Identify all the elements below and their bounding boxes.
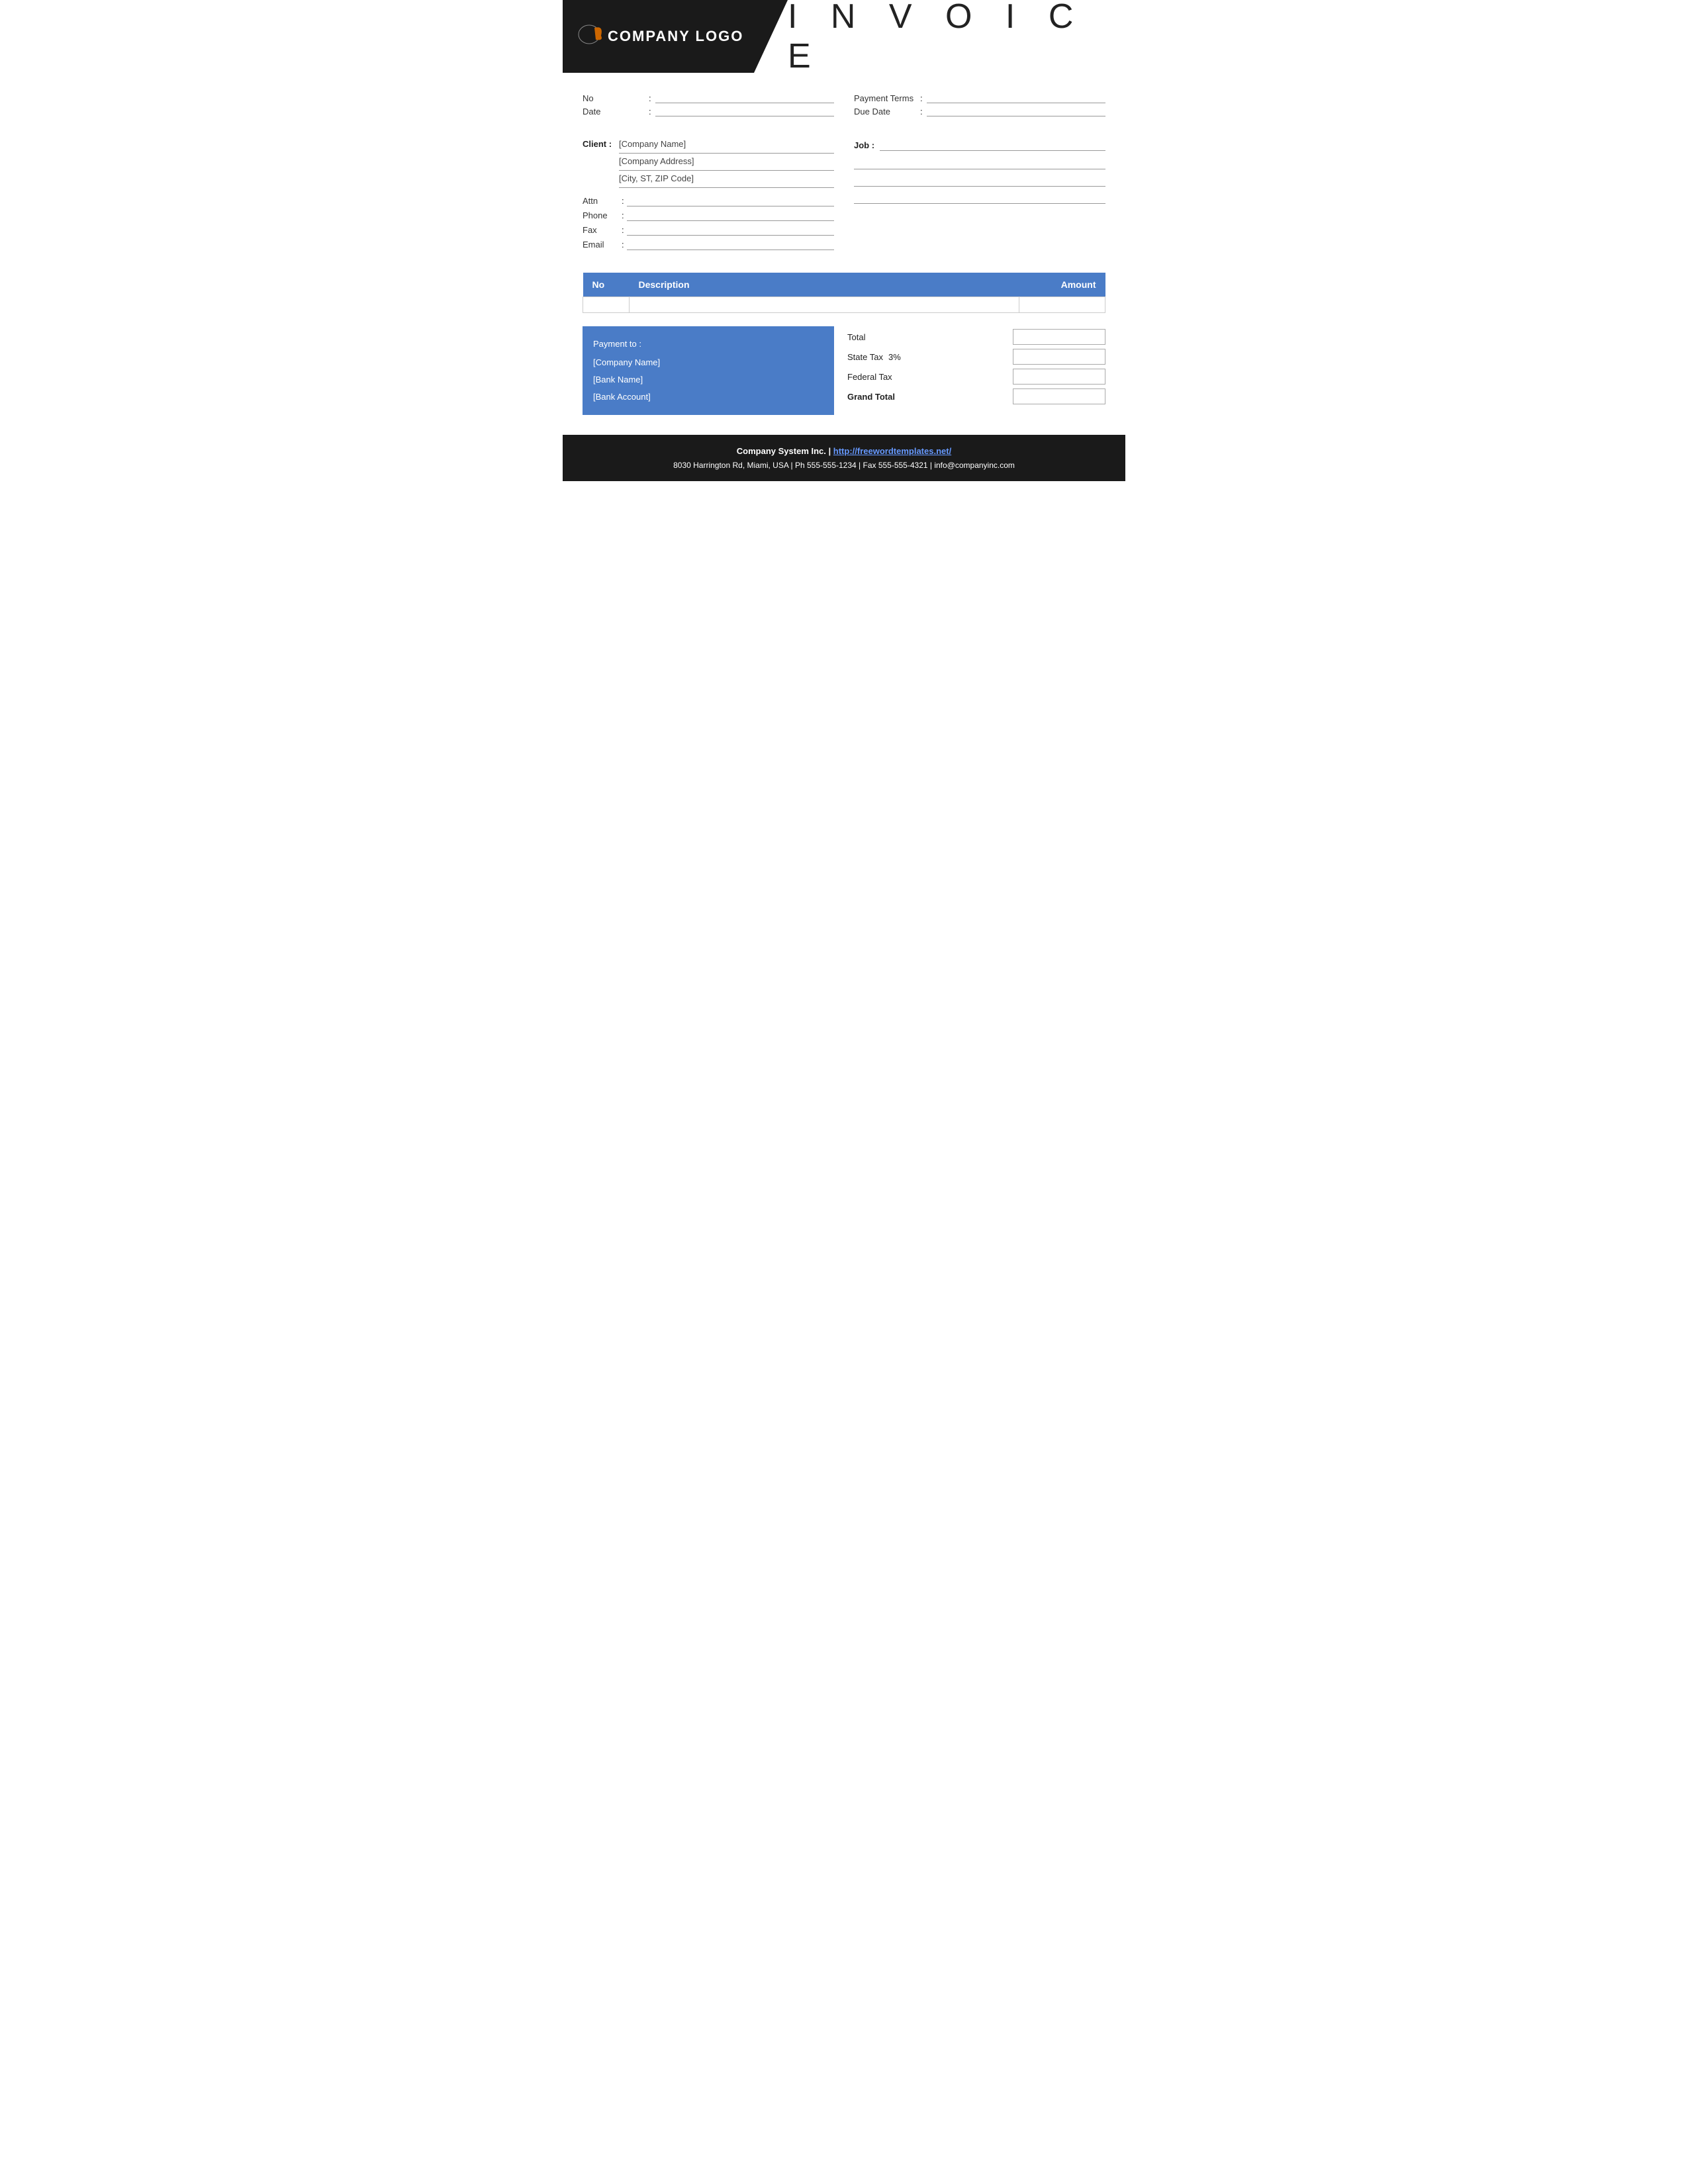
grand-total-label: Grand Total (847, 392, 895, 402)
date-colon: : (649, 107, 651, 116)
totals-block: Total State Tax 3% Federal Tax Grand Tot… (847, 326, 1105, 415)
meta-row-1: No : Payment Terms : (583, 93, 1105, 103)
table-body-row (583, 297, 1105, 313)
client-city-zip: [City, ST, ZIP Code] (619, 173, 834, 188)
job-block: Job : (854, 139, 1105, 253)
payment-terms-field: Payment Terms : (854, 93, 1105, 103)
bottom-section: Payment to : [Company Name] [Bank Name] … (563, 326, 1125, 415)
payment-block: Payment to : [Company Name] [Bank Name] … (583, 326, 834, 415)
job-line-4 (854, 189, 1105, 204)
state-tax-value-box (1013, 349, 1105, 365)
invoice-title-block: I N V O I C E (788, 0, 1125, 73)
no-value-line (655, 93, 834, 103)
col-amount-header: Amount (1019, 273, 1105, 297)
federal-tax-label: Federal Tax (847, 372, 892, 382)
payment-bank-account: [Bank Account] (593, 388, 823, 406)
attn-row: Attn : (583, 195, 834, 206)
phone-label: Phone (583, 210, 619, 220)
due-date-colon: : (920, 107, 923, 116)
meta-row-2: Date : Due Date : (583, 106, 1105, 116)
no-label: No (583, 93, 649, 103)
col-description-header: Description (630, 273, 1019, 297)
phone-value (627, 209, 834, 221)
table-header-row: No Description Amount (583, 273, 1105, 297)
table-amount-cell (1019, 297, 1105, 313)
job-label: Job : (854, 140, 874, 150)
payment-to-label: Payment to : (593, 336, 823, 353)
invoice-title: I N V O I C E (788, 0, 1105, 76)
client-fields: [Company Name] [Company Address] [City, … (619, 139, 834, 191)
client-job-section: Client : [Company Name] [Company Address… (563, 132, 1125, 259)
payment-terms-colon: : (920, 93, 923, 103)
logo-block: COMPANY LOGO (563, 0, 788, 73)
total-value-box (1013, 329, 1105, 345)
state-tax-percent: 3% (888, 352, 901, 362)
meta-section: No : Payment Terms : Date : Due Date : (563, 86, 1125, 126)
fax-label: Fax (583, 225, 619, 235)
client-header: Client : [Company Name] [Company Address… (583, 139, 834, 191)
footer-separator: | (829, 446, 833, 456)
footer-company-name: Company System Inc. (737, 446, 826, 456)
date-value-line (655, 106, 834, 116)
col-no-header: No (583, 273, 630, 297)
email-row: Email : (583, 238, 834, 250)
attn-value (627, 195, 834, 206)
page-footer: Company System Inc. | http://freewordtem… (563, 435, 1125, 481)
client-company-name: [Company Name] (619, 139, 834, 154)
footer-line1: Company System Inc. | http://freewordtem… (569, 444, 1119, 459)
date-label: Date (583, 107, 649, 116)
due-date-field: Due Date : (854, 106, 1105, 116)
no-colon: : (649, 93, 651, 103)
fax-value (627, 224, 834, 236)
footer-url[interactable]: http://freewordtemplates.net/ (833, 446, 951, 456)
fax-row: Fax : (583, 224, 834, 236)
logo-icon (576, 23, 602, 50)
due-date-label: Due Date (854, 107, 920, 116)
federal-tax-row: Federal Tax (847, 369, 1105, 385)
invoice-table: No Description Amount (583, 273, 1105, 313)
page-header: COMPANY LOGO I N V O I C E (563, 0, 1125, 73)
grand-total-row: Grand Total (847, 388, 1105, 404)
payment-terms-value-line (927, 93, 1105, 103)
job-header: Job : (854, 139, 1105, 151)
grand-total-value-box (1013, 388, 1105, 404)
total-label: Total (847, 332, 865, 342)
state-tax-label: State Tax 3% (847, 352, 901, 362)
state-tax-row: State Tax 3% (847, 349, 1105, 365)
payment-terms-label: Payment Terms (854, 93, 920, 103)
job-value-line (880, 139, 1105, 151)
federal-tax-value-box (1013, 369, 1105, 385)
email-label: Email (583, 240, 619, 250)
table-description-cell (630, 297, 1019, 313)
job-line-2 (854, 155, 1105, 169)
phone-row: Phone : (583, 209, 834, 221)
job-line-3 (854, 172, 1105, 187)
email-value (627, 238, 834, 250)
table-no-cell (583, 297, 630, 313)
client-label: Client : (583, 139, 619, 149)
date-field: Date : (583, 106, 834, 116)
payment-company-name: [Company Name] (593, 354, 823, 371)
no-field: No : (583, 93, 834, 103)
client-company-address: [Company Address] (619, 156, 834, 171)
total-row: Total (847, 329, 1105, 345)
client-block: Client : [Company Name] [Company Address… (583, 139, 834, 253)
payment-bank-name: [Bank Name] (593, 371, 823, 388)
footer-line2: 8030 Harrington Rd, Miami, USA | Ph 555-… (569, 459, 1119, 472)
logo-text: COMPANY LOGO (576, 23, 743, 50)
due-date-value-line (927, 106, 1105, 116)
attn-label: Attn (583, 196, 619, 206)
